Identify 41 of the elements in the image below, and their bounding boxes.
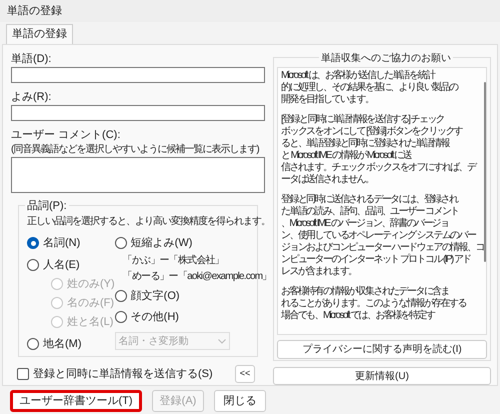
example-text: 「めーる」ー「aoki@example.com」 (122, 270, 272, 284)
radio-button[interactable] (27, 338, 39, 350)
radio-label: 顔文字(O) (130, 288, 180, 304)
update-info-button[interactable]: 更新情報(U) (273, 367, 491, 385)
field-label: よみ(R): (11, 90, 52, 105)
input-field[interactable] (11, 67, 265, 83)
info-paragraph: お客様特有の情報が収集されたデータに含ま れることがあります。このような情報が存在する 場合でも、Microsoft では、お客様を特定す (281, 286, 468, 322)
radio-button[interactable] (114, 290, 127, 302)
checkbox-label: 登録と同時に単語情報を送信する(S) (33, 366, 213, 382)
window-title: 単語の登録 (7, 4, 62, 19)
dialog-button[interactable]: 閉じる (214, 390, 266, 412)
description-text: 正しい品詞を選択すると、より高い変換精度を得られます。 (27, 214, 270, 229)
checkbox[interactable] (17, 368, 29, 380)
info-paragraph: [登録と同時に単語情報を送信する] チェック ボックスをオンにして [登録] ボタンをクリックす ると、単語登録と同時に登録された単語情報 と Microsoft IME の情報が Microsoft に送 信されます。チェック ボックスをオフにすれば、デ ータは送信されません。 (281, 114, 478, 186)
radio-label: 名のみ(F) (67, 296, 114, 311)
radio-label: 姓と名(L) (67, 314, 114, 330)
privacy-button[interactable]: プライバシーに関する声明を読む(I) (277, 340, 487, 359)
example-text: 「かぶ」ー「株式会社」 (122, 254, 224, 268)
radio-label: 地名(M) (43, 336, 82, 352)
field-note: (同音異義語などを選択しやすいように候補一覧に表示します) (11, 143, 259, 157)
collapse-button[interactable]: << (235, 365, 255, 383)
radio-button[interactable] (114, 237, 127, 249)
radio-button[interactable] (27, 259, 39, 271)
group-legend: 単語収集へのご協力のお願い (319, 51, 453, 66)
radio-button[interactable] (114, 311, 127, 323)
radio-label: 姓のみ(Y) (67, 276, 115, 292)
dialog-button[interactable]: ユーザー辞書ツール(T) (10, 390, 142, 412)
radio-label: 人名(E) (43, 258, 80, 273)
radio-button[interactable] (27, 237, 39, 249)
info-paragraph: 登録と同時に送信されるデータには、登録され た単語の読み、語句、品詞、ユーザー コメント 、Microsoft IME のバージョン、辞書のバージョ ン、使用しているオペレーティング システムのバー ジョンおよびコンピューター ハードウェアの情報、コ ンピューターのインターネット プロトコル (IP) アド レスが含まれます。 (281, 194, 484, 278)
field-label: ユーザー コメント(C): (11, 128, 122, 143)
chevron-down-icon (218, 338, 226, 344)
info-paragraph: Microsoft は、お客様が送信した単語を統計 的に処理し、その結果を基に、より良い製品の 開発を目指しています。 (281, 70, 459, 106)
field-label: 単語(D): (11, 52, 52, 67)
radio-label: 短縮よみ(W) (130, 236, 192, 251)
input-field[interactable] (11, 105, 265, 121)
tab[interactable]: 単語の登録 (6, 24, 73, 44)
text-area[interactable] (11, 157, 265, 193)
radio-label: その他(H) (130, 310, 179, 325)
group-legend: 品詞(P): (25, 198, 69, 214)
radio-label: 名詞(N) (43, 236, 80, 251)
